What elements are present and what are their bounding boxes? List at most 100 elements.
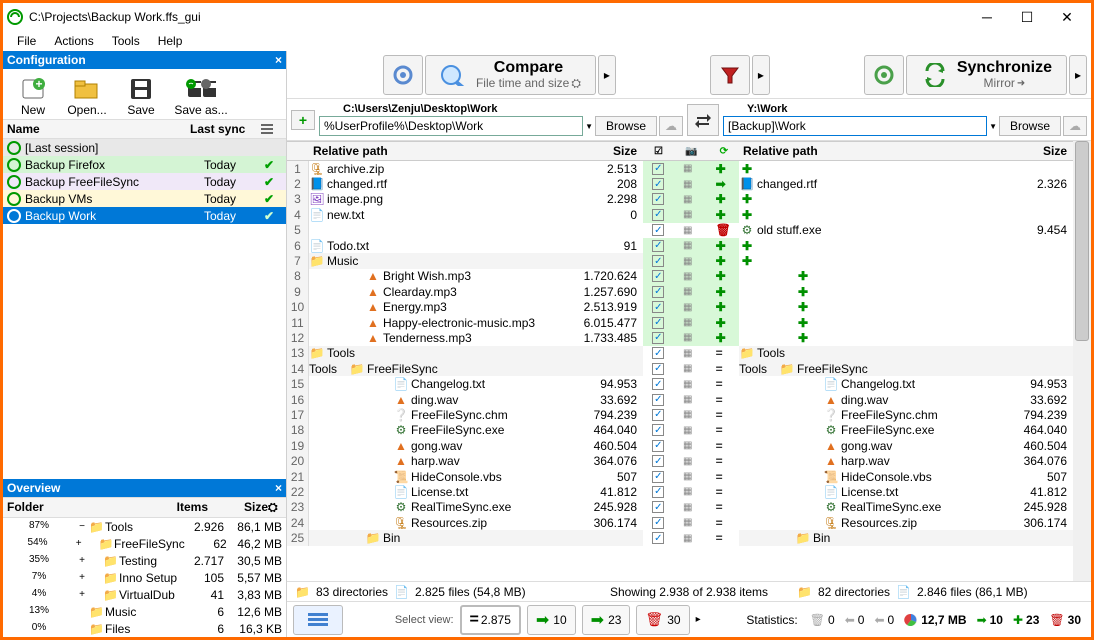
left-row[interactable] [309, 223, 643, 238]
right-path-dropdown-icon[interactable]: ▼ [989, 122, 997, 131]
overview-row[interactable]: 0%📁Files616,3 KB [3, 620, 286, 637]
action-row[interactable]: ✓▦= [643, 453, 739, 468]
close-button[interactable]: ✕ [1047, 5, 1087, 29]
left-row[interactable]: ▲ding.wav33.692 [309, 392, 643, 407]
right-row[interactable]: 📜HideConsole.vbs507 [739, 469, 1073, 484]
action-row[interactable]: ✓▦✚ [643, 161, 739, 176]
left-grid-body[interactable]: 🗜archive.zip2.513📘changed.rtf208🖼image.p… [309, 161, 643, 581]
config-list[interactable]: [Last session]Backup FirefoxToday✔Backup… [3, 139, 286, 224]
action-row[interactable]: ✓▦= [643, 423, 739, 438]
overview-list[interactable]: 87%−📁Tools2.92686,1 MB54%+📁FreeFileSync6… [3, 518, 286, 637]
left-row[interactable]: 📄new.txt0 [309, 207, 643, 222]
sync-dropdown-button[interactable]: ▸ [1069, 55, 1087, 95]
left-row[interactable]: ▲harp.wav364.076 [309, 453, 643, 468]
action-row[interactable]: ✓▦= [643, 530, 739, 545]
config-row[interactable]: [Last session] [3, 139, 286, 156]
overview-row[interactable]: 7%+📁Inno Setup1055,57 MB [3, 569, 286, 586]
right-row[interactable]: ⚙old stuff.exe9.454 [739, 223, 1073, 238]
left-row[interactable]: ▲gong.wav460.504 [309, 438, 643, 453]
overview-row[interactable]: 35%+📁Testing2.71730,5 MB [3, 552, 286, 569]
right-row[interactable]: 📄License.txt41.812 [739, 484, 1073, 499]
right-row[interactable]: ✚ [739, 238, 1073, 253]
cfg-head-last[interactable]: Last sync [190, 122, 260, 136]
cfg-save-button[interactable]: Save [117, 75, 165, 117]
left-row[interactable]: 📁Bin [309, 530, 643, 545]
right-row[interactable]: ❔FreeFileSync.chm794.239 [739, 407, 1073, 422]
cfg-new-button[interactable]: + New [9, 75, 57, 117]
cfg-saveas-button[interactable]: Save as... [171, 75, 231, 117]
action-header-icon[interactable]: ⟳ [720, 146, 728, 157]
right-path-input[interactable] [723, 116, 987, 136]
swap-sides-button[interactable] [687, 104, 719, 136]
cfg-head-name[interactable]: Name [7, 122, 190, 136]
action-row[interactable]: ✓▦= [643, 515, 739, 530]
action-row[interactable]: ✓▦✚ [643, 284, 739, 299]
action-row[interactable]: ✓▦✚ [643, 192, 739, 207]
config-close-icon[interactable]: × [275, 53, 282, 67]
left-row[interactable]: ⚙FreeFileSync.exe464.040 [309, 423, 643, 438]
action-row[interactable]: ✓▦➡ [643, 176, 739, 191]
view-create-button[interactable]: ➡23 [582, 605, 631, 635]
left-browse-button[interactable]: Browse [595, 116, 657, 136]
menu-tools[interactable]: Tools [104, 32, 148, 50]
left-row[interactable]: 🖼image.png2.298 [309, 192, 643, 207]
overview-row[interactable]: 54%+📁FreeFileSync6246,2 MB [3, 535, 286, 552]
action-row[interactable]: ✓▦= [643, 392, 739, 407]
menu-file[interactable]: File [9, 32, 44, 50]
action-row[interactable]: ✓▦✚ [643, 300, 739, 315]
right-row[interactable]: ▲harp.wav364.076 [739, 453, 1073, 468]
left-path-input[interactable] [319, 116, 583, 136]
sync-settings-button[interactable] [864, 55, 904, 95]
right-row[interactable]: ✚ [739, 330, 1073, 345]
menu-help[interactable]: Help [150, 32, 191, 50]
action-row[interactable]: ✓▦✚ [643, 238, 739, 253]
right-row[interactable]: 📘changed.rtf2.326 [739, 176, 1073, 191]
action-row[interactable]: ✓▦= [643, 346, 739, 361]
action-row[interactable]: ✓▦= [643, 484, 739, 499]
right-row[interactable]: 📁Bin [739, 530, 1073, 545]
right-row[interactable]: ✚ [739, 315, 1073, 330]
filter-dropdown-button[interactable]: ▸ [752, 55, 770, 95]
left-row[interactable]: 🗜Resources.zip306.174 [309, 515, 643, 530]
left-row[interactable]: 📄License.txt41.812 [309, 484, 643, 499]
left-row[interactable]: ❔FreeFileSync.chm794.239 [309, 407, 643, 422]
left-relpath-header[interactable]: Relative path [309, 144, 577, 158]
right-row[interactable]: Tools📁FreeFileSync [739, 361, 1073, 376]
right-row[interactable]: ⚙FreeFileSync.exe464.040 [739, 423, 1073, 438]
left-cloud-button[interactable]: ☁ [659, 116, 683, 136]
right-row[interactable]: ✚ [739, 300, 1073, 315]
overview-row[interactable]: 87%−📁Tools2.92686,1 MB [3, 518, 286, 535]
right-row[interactable]: 📁Tools [739, 346, 1073, 361]
ov-head-size[interactable]: Size [208, 500, 268, 515]
maximize-button[interactable]: ☐ [1007, 5, 1047, 29]
compare-settings-button[interactable] [383, 55, 423, 95]
view-update-button[interactable]: ➡10 [527, 605, 576, 635]
left-row[interactable]: 📁Tools [309, 346, 643, 361]
left-row[interactable]: 📜HideConsole.vbs507 [309, 469, 643, 484]
left-row[interactable]: ▲Happy-electronic-music.mp36.015.477 [309, 315, 643, 330]
right-browse-button[interactable]: Browse [999, 116, 1061, 136]
left-row[interactable]: 🗜archive.zip2.513 [309, 161, 643, 176]
right-cloud-button[interactable]: ☁ [1063, 116, 1087, 136]
left-row[interactable]: 📄Todo.txt91 [309, 238, 643, 253]
ov-head-folder[interactable]: Folder [7, 500, 158, 515]
right-row[interactable]: 📄Changelog.txt94.953 [739, 376, 1073, 391]
middle-grid-body[interactable]: ✓▦✚✓▦➡✓▦✚✓▦✚✓▦🗑✓▦✚✓▦✚✓▦✚✓▦✚✓▦✚✓▦✚✓▦✚✓▦=✓… [643, 161, 739, 581]
filter-button[interactable] [710, 55, 750, 95]
left-row[interactable]: 📘changed.rtf208 [309, 176, 643, 191]
overview-close-icon[interactable]: × [275, 481, 282, 495]
right-relpath-header[interactable]: Relative path [739, 144, 1007, 158]
right-row[interactable]: 🗜Resources.zip306.174 [739, 515, 1073, 530]
right-row[interactable]: ✚ [739, 192, 1073, 207]
compare-dropdown-button[interactable]: ▸ [598, 55, 616, 95]
action-row[interactable]: ✓▦✚ [643, 315, 739, 330]
right-row[interactable]: ✚ [739, 207, 1073, 222]
left-row[interactable]: Tools📁FreeFileSync [309, 361, 643, 376]
action-row[interactable]: ✓▦= [643, 361, 739, 376]
action-row[interactable]: ✓▦✚ [643, 269, 739, 284]
left-size-header[interactable]: Size [577, 144, 643, 158]
left-row[interactable]: 📄Changelog.txt94.953 [309, 376, 643, 391]
checkbox-header-icon[interactable]: ☑ [654, 146, 663, 157]
right-grid-body[interactable]: ✚📘changed.rtf2.326✚✚⚙old stuff.exe9.454✚… [739, 161, 1073, 581]
config-row[interactable]: Backup FreeFileSyncToday✔ [3, 173, 286, 190]
